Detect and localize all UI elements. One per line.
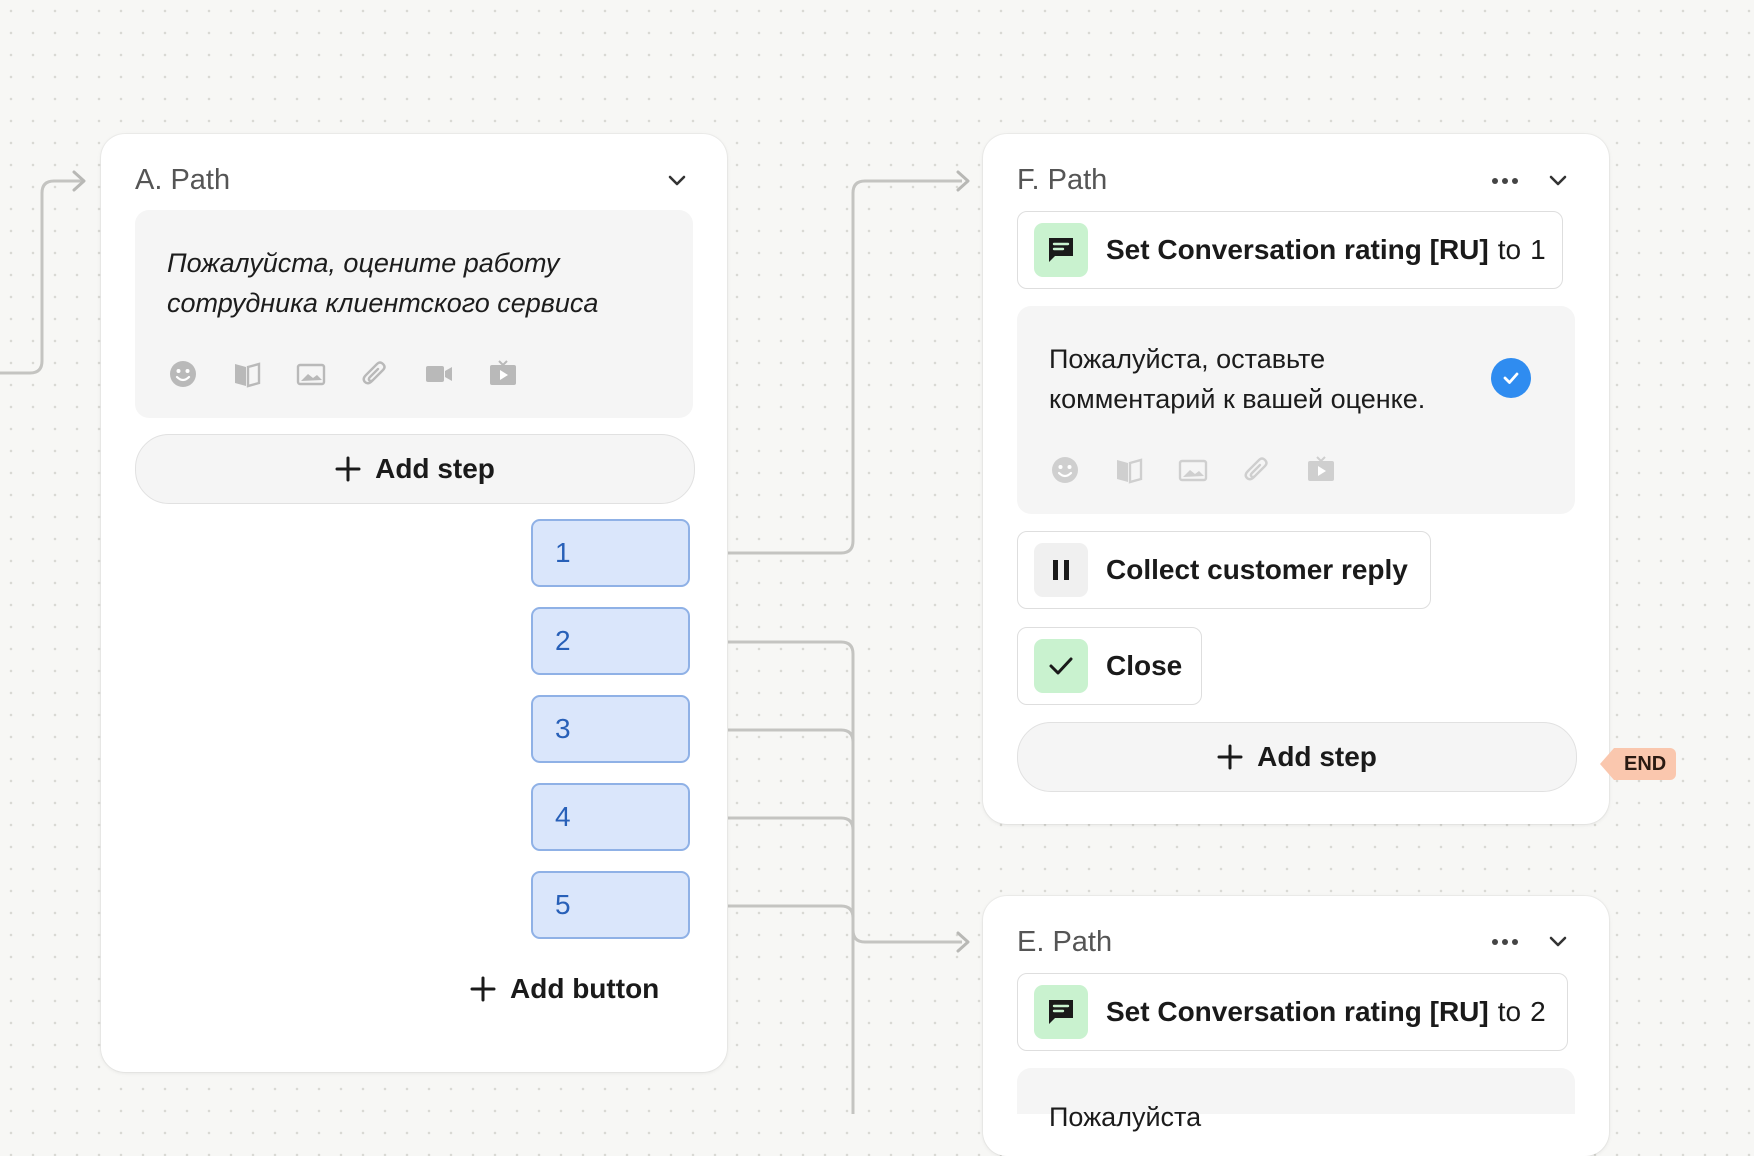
add-step-label: Add step (375, 453, 495, 484)
chevron-down-icon[interactable] (664, 168, 690, 199)
step-value: 1 (1530, 234, 1546, 265)
path-f-title: F. Path (1017, 164, 1108, 196)
chat-icon (1034, 223, 1088, 277)
paperclip-icon[interactable] (359, 358, 391, 390)
path-e-set-rating-step[interactable]: Set Conversation rating [RU] to 2 (1017, 973, 1568, 1051)
pause-icon (1034, 543, 1088, 597)
emoji-icon[interactable] (167, 358, 199, 390)
plus-icon (470, 976, 496, 1002)
add-button-link[interactable]: Add button (470, 973, 659, 1005)
check-circle-icon (1491, 358, 1531, 398)
connector-4-to-e (728, 816, 855, 831)
path-a-toolbar (167, 358, 519, 390)
step-name: Close (1106, 650, 1183, 681)
path-e-title: E. Path (1017, 926, 1113, 958)
book-icon[interactable] (1113, 454, 1145, 486)
step-name: Set Conversation rating [RU] (1106, 996, 1489, 1027)
reply-button-1[interactable]: 1 (531, 519, 690, 587)
step-name: Set Conversation rating [RU] (1106, 234, 1489, 265)
plus-icon (1217, 744, 1243, 770)
image-icon[interactable] (1177, 454, 1209, 486)
more-options-icon[interactable] (1490, 929, 1520, 960)
book-icon[interactable] (231, 358, 263, 390)
reply-button-4[interactable]: 4 (531, 783, 690, 851)
connector-1-to-f (728, 179, 962, 555)
play-icon[interactable] (1305, 454, 1337, 486)
path-f-collect-reply-step[interactable]: Collect customer reply (1017, 531, 1431, 609)
emoji-icon[interactable] (1049, 454, 1081, 486)
path-f-set-rating-step[interactable]: Set Conversation rating [RU] to 1 (1017, 211, 1563, 289)
chevron-down-icon[interactable] (1545, 929, 1571, 960)
reply-button-3[interactable]: 3 (531, 695, 690, 763)
image-icon[interactable] (295, 358, 327, 390)
path-f-message-text: Пожалуйста, оставьте комментарий к вашей… (1049, 344, 1426, 414)
arrowhead-a (72, 170, 86, 192)
play-icon[interactable] (487, 358, 519, 390)
end-tag: END (1599, 748, 1677, 780)
reply-button-2[interactable]: 2 (531, 607, 690, 675)
path-f-add-step-button[interactable]: Add step (1017, 722, 1577, 792)
add-step-label: Add step (1257, 741, 1377, 772)
add-button-label: Add button (510, 973, 660, 1004)
connector-5-to-e (728, 904, 855, 919)
path-f-toolbar (1049, 454, 1337, 486)
path-f-close-step[interactable]: Close (1017, 627, 1202, 705)
step-name: Collect customer reply (1106, 554, 1408, 585)
arrowhead-e (956, 931, 970, 953)
connector-2-to-e (728, 640, 962, 944)
path-a-title: A. Path (135, 164, 231, 196)
path-e-message-text: Пожалуйста (1049, 1102, 1202, 1132)
connector-3-to-e (728, 728, 855, 1114)
video-icon[interactable] (423, 358, 455, 390)
step-connector: to (1497, 996, 1522, 1027)
arrowhead-f (956, 170, 970, 192)
connector-incoming-a (0, 179, 82, 375)
chevron-down-icon[interactable] (1545, 168, 1571, 199)
plus-icon (335, 456, 361, 482)
step-value: 2 (1530, 996, 1546, 1027)
chat-icon (1034, 985, 1088, 1039)
checkmark-icon (1034, 639, 1088, 693)
path-a-message-text: Пожалуйста, оцените работу сотрудника кл… (167, 248, 599, 318)
paperclip-icon[interactable] (1241, 454, 1273, 486)
reply-button-5[interactable]: 5 (531, 871, 690, 939)
more-options-icon[interactable] (1490, 168, 1520, 199)
step-connector: to (1497, 234, 1522, 265)
path-a-add-step-button[interactable]: Add step (135, 434, 695, 504)
